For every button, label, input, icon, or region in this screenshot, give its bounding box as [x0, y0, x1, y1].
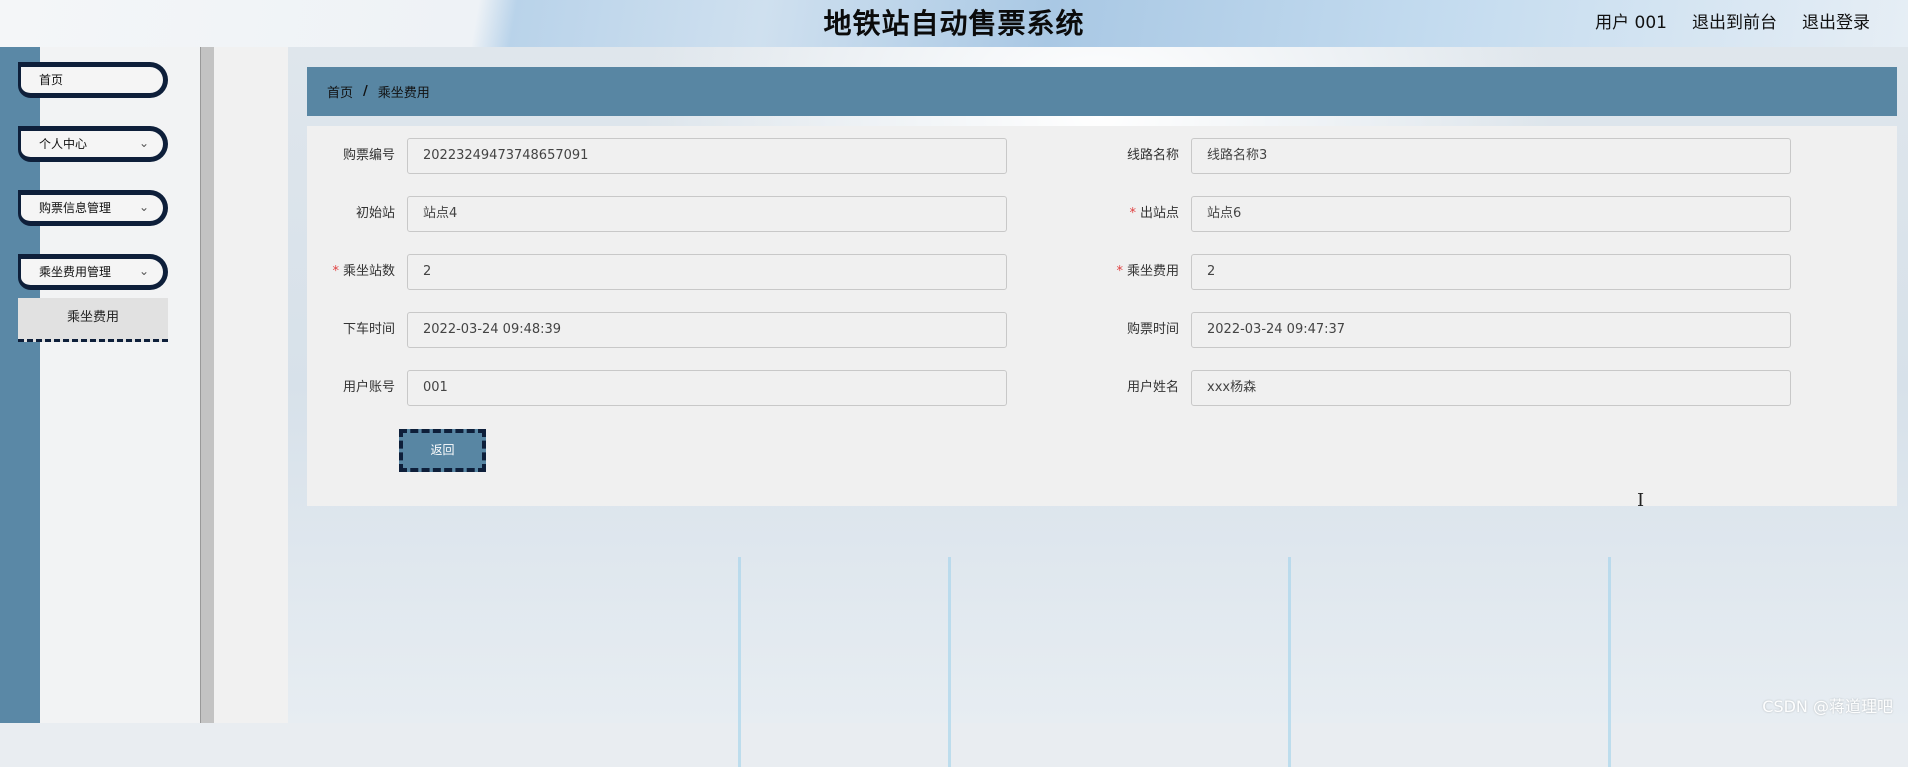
field-label: 购票时间 [1126, 322, 1179, 337]
sidebar-item-personal-center[interactable]: 个人中心 ⌄ [18, 126, 168, 162]
field-label: * 乘坐费用 [1116, 264, 1179, 279]
field-label: 初始站 [355, 206, 395, 221]
content-gutter [214, 47, 288, 723]
sidebar-subitem-fare[interactable]: 乘坐费用 [18, 298, 168, 342]
sidebar-item-label: 首页 [39, 73, 64, 87]
sidebar-menu: 首页 个人中心 ⌄ 购票信息管理 ⌄ 乘坐费用管理 ⌄ [18, 62, 168, 318]
breadcrumb: 首页 / 乘坐费用 [307, 67, 1897, 116]
top-header: 地铁站自动售票系统 用户 001 退出到前台 退出登录 [0, 0, 1908, 47]
required-mark: * [332, 264, 339, 279]
sidebar-item-ticket-management[interactable]: 购票信息管理 ⌄ [18, 190, 168, 226]
field-label: 线路名称 [1126, 148, 1179, 163]
back-button[interactable]: 返回 [399, 429, 486, 472]
user-account-link[interactable]: 用户 001 [1595, 8, 1667, 33]
field-label: * 乘坐站数 [332, 264, 395, 279]
text-cursor-icon: I [1637, 490, 1645, 511]
breadcrumb-current: 乘坐费用 [377, 86, 430, 101]
chevron-down-icon: ⌄ [138, 200, 149, 214]
sidebar-item-label: 乘坐费用管理 [39, 265, 112, 279]
start-station-input[interactable]: 站点4 [407, 196, 1007, 232]
breadcrumb-home[interactable]: 首页 [327, 82, 353, 101]
watermark: CSDN @蒋道理吧 [1762, 697, 1893, 716]
exit-station-input[interactable]: 站点6 [1191, 196, 1791, 232]
breadcrumb-separator: / [363, 84, 368, 99]
logout-link[interactable]: 退出登录 [1802, 8, 1870, 33]
field-label: 用户姓名 [1126, 380, 1179, 395]
station-count-input[interactable]: 2 [407, 254, 1007, 290]
user-account-input[interactable]: 001 [407, 370, 1007, 406]
background-decoration [688, 557, 1688, 767]
fare-input[interactable]: 2 [1191, 254, 1791, 290]
field-label: 下车时间 [342, 322, 395, 337]
sidebar-item-label: 个人中心 [39, 137, 88, 151]
header-links: 用户 001 退出到前台 退出登录 [1595, 8, 1870, 33]
field-label: 购票编号 [342, 148, 395, 163]
line-name-input[interactable]: 线路名称3 [1191, 138, 1791, 174]
sidebar-scroll-edge[interactable] [200, 47, 215, 723]
ticket-number-input[interactable]: 20223249473748657091 [407, 138, 1007, 174]
back-to-frontend-link[interactable]: 退出到前台 [1692, 8, 1777, 33]
required-mark: * [1129, 206, 1136, 221]
field-label: 用户账号 [342, 380, 395, 395]
sidebar-item-fare-management[interactable]: 乘坐费用管理 ⌄ [18, 254, 168, 290]
sidebar-item-label: 购票信息管理 [39, 201, 112, 215]
required-mark: * [1116, 264, 1123, 279]
user-name-input[interactable]: xxx杨森 [1191, 370, 1791, 406]
field-label: * 出站点 [1129, 206, 1179, 221]
sidebar-item-home[interactable]: 首页 [18, 62, 168, 98]
chevron-down-icon: ⌄ [138, 136, 149, 150]
chevron-down-icon: ⌄ [138, 264, 149, 278]
purchase-time-input[interactable]: 2022-03-24 09:47:37 [1191, 312, 1791, 348]
alight-time-input[interactable]: 2022-03-24 09:48:39 [407, 312, 1007, 348]
detail-form: 购票编号 20223249473748657091 线路名称 线路名称3 初始站… [307, 126, 1897, 511]
